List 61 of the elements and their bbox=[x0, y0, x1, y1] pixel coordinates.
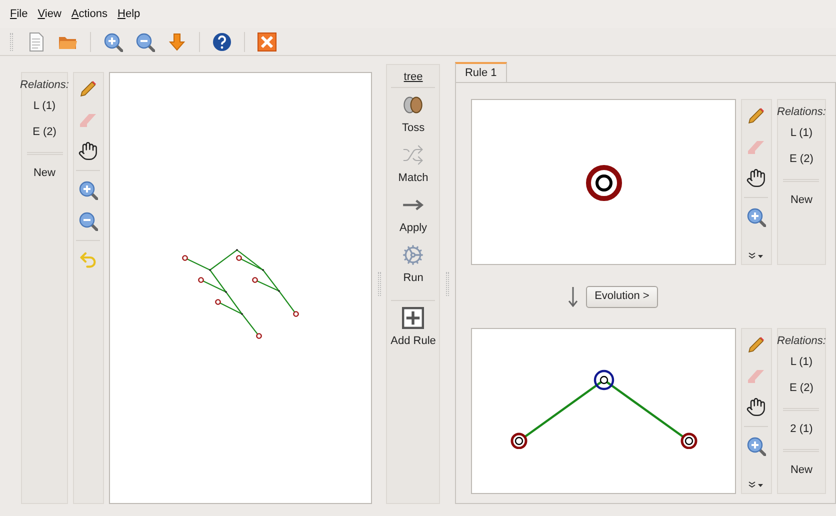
tab[interactable]: Rule 1 bbox=[454, 62, 507, 83]
action-button[interactable]: Match bbox=[398, 144, 428, 194]
graph-node bbox=[594, 370, 614, 390]
zoom-in-icon bbox=[78, 180, 98, 200]
action-button[interactable]: Apply bbox=[400, 194, 428, 244]
pencil-icon bbox=[746, 335, 766, 355]
graph-node bbox=[252, 277, 258, 283]
close-icon bbox=[257, 32, 277, 52]
down-arrow-icon bbox=[568, 286, 578, 306]
relation-item[interactable]: E (2) bbox=[790, 146, 814, 172]
coins-icon bbox=[402, 94, 424, 116]
action-button[interactable]: Toss bbox=[402, 94, 425, 144]
relations-title: Relations: bbox=[777, 105, 826, 120]
zoom-in-icon bbox=[746, 207, 766, 227]
more-tools-button[interactable] bbox=[748, 252, 764, 260]
graph-node bbox=[214, 299, 221, 305]
down-arrow-icon bbox=[167, 32, 187, 52]
relations-title: Relations: bbox=[777, 334, 826, 349]
graph-node bbox=[584, 164, 623, 202]
shuffle-icon bbox=[402, 144, 424, 166]
relations-title: Relations: bbox=[20, 78, 69, 93]
relation-item[interactable]: L (1) bbox=[790, 120, 813, 146]
add-square-icon bbox=[402, 307, 424, 329]
graph-node bbox=[510, 432, 528, 449]
chevrons-dropdown-icon bbox=[748, 252, 764, 260]
zoom-out-icon bbox=[78, 211, 98, 231]
zoom-out-icon bbox=[135, 32, 155, 52]
graph-node bbox=[292, 311, 299, 317]
tree-link[interactable]: tree bbox=[404, 67, 423, 87]
menu-item[interactable]: View bbox=[38, 6, 62, 22]
zoom-in-icon bbox=[103, 32, 123, 52]
chevrons-dropdown-icon bbox=[748, 481, 764, 489]
gears-icon bbox=[402, 244, 424, 266]
relation-item[interactable]: New bbox=[790, 458, 812, 484]
menu-item[interactable]: File bbox=[10, 6, 28, 22]
help-icon bbox=[212, 32, 232, 52]
relation-item[interactable]: L (1) bbox=[33, 94, 56, 120]
zoom-in-icon bbox=[746, 436, 766, 456]
action-button[interactable]: Run bbox=[402, 244, 424, 294]
more-tools-button[interactable] bbox=[748, 481, 764, 489]
relation-item[interactable]: New bbox=[33, 160, 56, 186]
relation-item[interactable]: L (1) bbox=[790, 350, 813, 376]
action-button[interactable]: Add Rule bbox=[390, 307, 436, 357]
evolution-button[interactable]: Evolution > bbox=[586, 286, 658, 308]
relation-item[interactable]: E (2) bbox=[32, 120, 56, 146]
relation-item[interactable]: New bbox=[790, 188, 812, 214]
pencil-icon bbox=[78, 79, 98, 99]
undo-icon bbox=[78, 250, 98, 270]
pencil-icon bbox=[746, 106, 766, 126]
menu-item[interactable]: Actions bbox=[71, 6, 108, 22]
graph-node bbox=[236, 255, 242, 261]
graph-node bbox=[256, 333, 262, 339]
graph-node bbox=[198, 277, 204, 283]
hand-icon bbox=[746, 397, 766, 417]
menu-item[interactable]: Help bbox=[118, 6, 140, 22]
hand-icon bbox=[746, 168, 766, 188]
relation-item[interactable]: E (2) bbox=[790, 376, 814, 402]
hand-icon bbox=[78, 141, 98, 161]
graph-node bbox=[182, 255, 188, 261]
graph-node bbox=[680, 432, 698, 449]
relation-item[interactable]: 2 (1) bbox=[790, 416, 813, 442]
